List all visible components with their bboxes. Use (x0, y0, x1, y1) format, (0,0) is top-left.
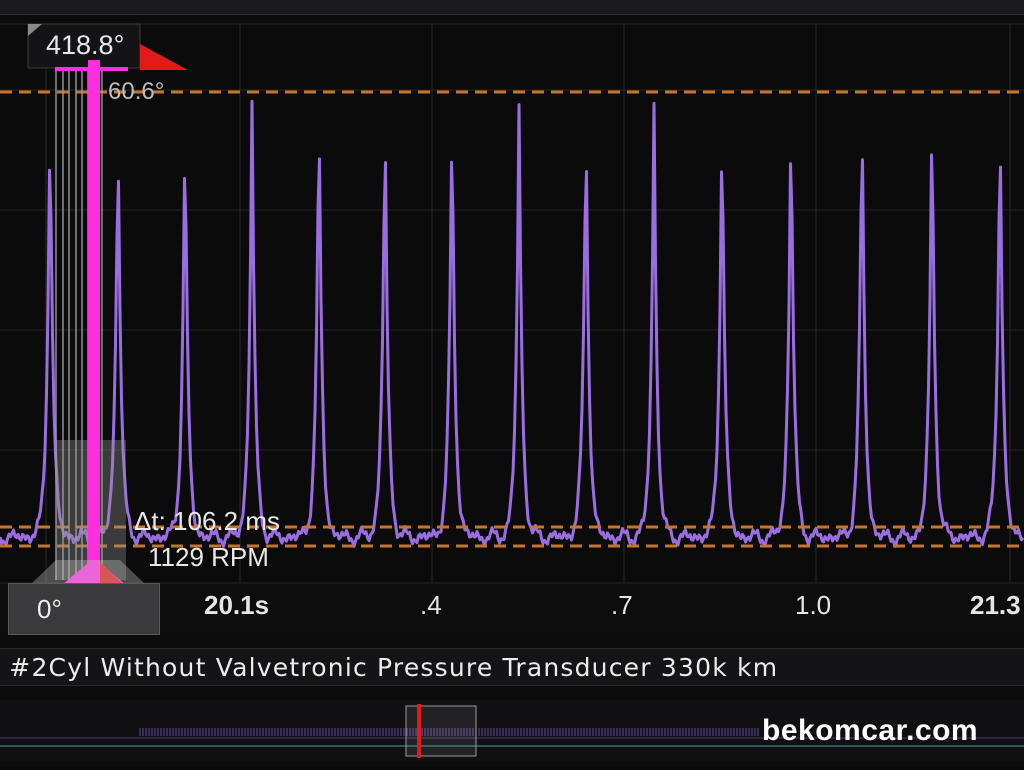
cursor-base-wedge (30, 560, 146, 585)
overview-viewport-window[interactable] (405, 705, 477, 757)
pressure-trace-line (0, 99, 1024, 548)
cursor-angle-readout: 418.8° (46, 30, 125, 60)
red-marker-flag-top (140, 44, 188, 70)
pressure-trace (0, 99, 1024, 548)
overview-cursor-marker[interactable] (417, 704, 421, 758)
x-tick-label: 1.0 (795, 590, 832, 620)
x-tick-label: 20.1s (204, 590, 270, 620)
x-tick-label: .7 (611, 590, 633, 620)
x-tick-label: 21.3 (970, 590, 1021, 620)
cursor-line (88, 60, 100, 570)
delta-time-readout: Δt: 106.2 ms (134, 506, 280, 536)
x-tick-label: .4 (420, 590, 442, 620)
waveform-caption: i #2Cyl Without Valvetronic Pressure Tra… (0, 653, 779, 682)
cursor-angle-box-label: 0° (37, 594, 62, 624)
waveform-caption-bar: i #2Cyl Without Valvetronic Pressure Tra… (0, 648, 1024, 686)
rpm-readout: 1129 RPM (148, 542, 269, 572)
cursor-angle-box[interactable]: 0° (8, 583, 160, 635)
cursor-second-angle-readout: 60.6° (108, 78, 165, 105)
watermark-logo: bekomcar.com (762, 714, 979, 747)
